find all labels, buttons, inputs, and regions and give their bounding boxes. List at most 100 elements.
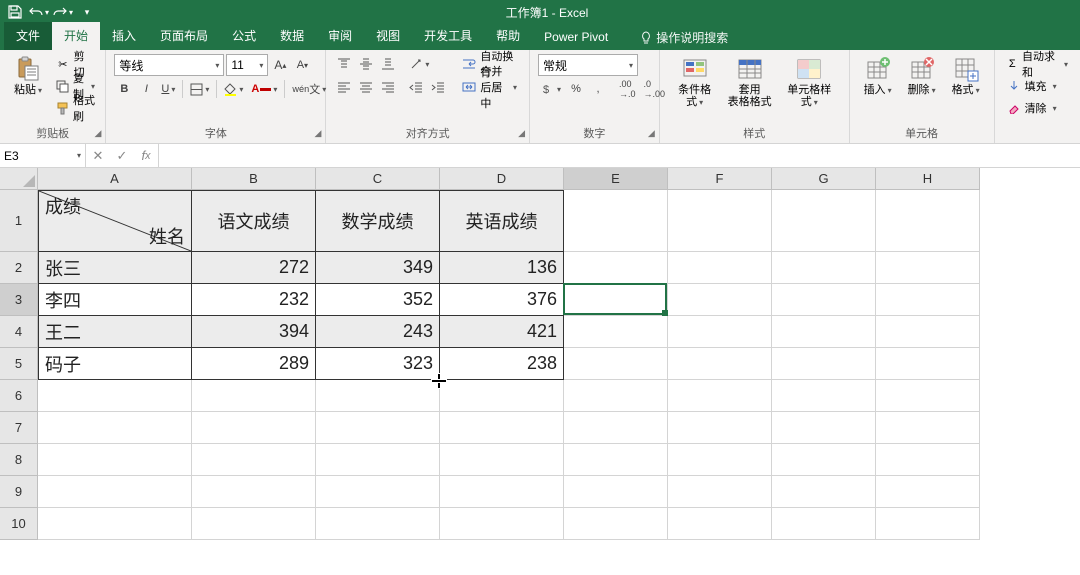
cell-D4[interactable]: 421 bbox=[440, 316, 564, 348]
cell-E4[interactable] bbox=[564, 316, 668, 348]
tab-page-layout[interactable]: 页面布局 bbox=[148, 22, 220, 50]
align-bottom-icon[interactable] bbox=[378, 54, 398, 74]
tab-insert[interactable]: 插入 bbox=[100, 22, 148, 50]
cell-G1[interactable] bbox=[772, 190, 876, 252]
cell-A6[interactable] bbox=[38, 380, 192, 412]
cell-B7[interactable] bbox=[192, 412, 316, 444]
cell-H9[interactable] bbox=[876, 476, 980, 508]
cell-G5[interactable] bbox=[772, 348, 876, 380]
cell-B3[interactable]: 232 bbox=[192, 284, 316, 316]
save-icon[interactable] bbox=[4, 2, 26, 22]
bold-button[interactable]: B bbox=[114, 79, 134, 99]
row-header-9[interactable]: 9 bbox=[0, 476, 38, 508]
cell-H6[interactable] bbox=[876, 380, 980, 412]
italic-button[interactable]: I bbox=[136, 79, 156, 99]
cell-D6[interactable] bbox=[440, 380, 564, 412]
delete-cells-button[interactable]: 删除▾ bbox=[902, 54, 942, 98]
cell-H7[interactable] bbox=[876, 412, 980, 444]
select-all-corner[interactable] bbox=[0, 168, 38, 190]
undo-icon[interactable]: ▾ bbox=[28, 2, 50, 22]
autosum-button[interactable]: Σ自动求和▾ bbox=[1003, 54, 1072, 74]
qat-customize-icon[interactable]: ▾ bbox=[76, 2, 98, 22]
conditional-formatting-button[interactable]: 条件格式▾ bbox=[668, 54, 722, 110]
cell-F9[interactable] bbox=[668, 476, 772, 508]
cell-A9[interactable] bbox=[38, 476, 192, 508]
cell-A1-diagonal-header[interactable]: 成绩姓名 bbox=[38, 190, 192, 252]
cell-A10[interactable] bbox=[38, 508, 192, 540]
cell-B8[interactable] bbox=[192, 444, 316, 476]
cell-C2[interactable]: 349 bbox=[316, 252, 440, 284]
number-format-combo[interactable]: 常规▾ bbox=[538, 54, 638, 76]
orientation-icon[interactable]: ▾ bbox=[406, 54, 432, 74]
cell-H1[interactable] bbox=[876, 190, 980, 252]
tab-view[interactable]: 视图 bbox=[364, 22, 412, 50]
clipboard-launcher-icon[interactable]: ◢ bbox=[94, 128, 101, 139]
cell-B10[interactable] bbox=[192, 508, 316, 540]
cell-D10[interactable] bbox=[440, 508, 564, 540]
cell-C8[interactable] bbox=[316, 444, 440, 476]
cell-G8[interactable] bbox=[772, 444, 876, 476]
cell-A8[interactable] bbox=[38, 444, 192, 476]
increase-decimal-icon[interactable]: .00→.0 bbox=[616, 79, 639, 99]
number-launcher-icon[interactable]: ◢ bbox=[648, 128, 655, 139]
cell-H3[interactable] bbox=[876, 284, 980, 316]
cell-H4[interactable] bbox=[876, 316, 980, 348]
cell-A4[interactable]: 王二 bbox=[38, 316, 192, 348]
tab-developer[interactable]: 开发工具 bbox=[412, 22, 484, 50]
cell-B5[interactable]: 289 bbox=[192, 348, 316, 380]
cell-E5[interactable] bbox=[564, 348, 668, 380]
cell-E9[interactable] bbox=[564, 476, 668, 508]
cell-F8[interactable] bbox=[668, 444, 772, 476]
column-header-G[interactable]: G bbox=[772, 168, 876, 190]
column-header-H[interactable]: H bbox=[876, 168, 980, 190]
fill-button[interactable]: 填充▾ bbox=[1003, 76, 1061, 96]
phonetic-button[interactable]: wén文▾ bbox=[289, 79, 329, 99]
cell-styles-button[interactable]: 单元格样式▾ bbox=[778, 54, 841, 110]
increase-font-icon[interactable]: A▴ bbox=[270, 55, 290, 75]
tab-help[interactable]: 帮助 bbox=[484, 22, 532, 50]
cell-G2[interactable] bbox=[772, 252, 876, 284]
cell-F6[interactable] bbox=[668, 380, 772, 412]
cell-C10[interactable] bbox=[316, 508, 440, 540]
tell-me-search[interactable]: 操作说明搜索 bbox=[632, 25, 736, 50]
cell-E2[interactable] bbox=[564, 252, 668, 284]
format-as-table-button[interactable]: 套用 表格格式 bbox=[725, 54, 774, 110]
row-header-2[interactable]: 2 bbox=[0, 252, 38, 284]
cell-F2[interactable] bbox=[668, 252, 772, 284]
cell-A7[interactable] bbox=[38, 412, 192, 444]
cell-E8[interactable] bbox=[564, 444, 668, 476]
row-header-10[interactable]: 10 bbox=[0, 508, 38, 540]
font-color-button[interactable]: A▾ bbox=[248, 79, 280, 99]
cell-A5[interactable]: 码子 bbox=[38, 348, 192, 380]
cancel-formula-icon[interactable]: ✕ bbox=[86, 148, 110, 164]
cell-F5[interactable] bbox=[668, 348, 772, 380]
formula-input[interactable] bbox=[159, 144, 1080, 167]
column-header-D[interactable]: D bbox=[440, 168, 564, 190]
column-header-E[interactable]: E bbox=[564, 168, 668, 190]
cell-B2[interactable]: 272 bbox=[192, 252, 316, 284]
cell-C6[interactable] bbox=[316, 380, 440, 412]
clear-button[interactable]: 清除▾ bbox=[1003, 98, 1061, 118]
tab-file[interactable]: 文件 bbox=[4, 22, 52, 50]
fx-icon[interactable]: fx bbox=[134, 148, 158, 163]
cell-D8[interactable] bbox=[440, 444, 564, 476]
comma-format-icon[interactable]: , bbox=[588, 79, 608, 99]
align-center-icon[interactable] bbox=[356, 77, 376, 97]
cell-H5[interactable] bbox=[876, 348, 980, 380]
enter-formula-icon[interactable]: ✓ bbox=[110, 148, 134, 164]
font-launcher-icon[interactable]: ◢ bbox=[314, 128, 321, 139]
cell-D3[interactable]: 376 bbox=[440, 284, 564, 316]
cell-C5[interactable]: 323 bbox=[316, 348, 440, 380]
cell-B6[interactable] bbox=[192, 380, 316, 412]
decrease-indent-icon[interactable] bbox=[406, 77, 426, 97]
percent-format-icon[interactable]: % bbox=[566, 79, 586, 99]
tab-formulas[interactable]: 公式 bbox=[220, 22, 268, 50]
cell-F10[interactable] bbox=[668, 508, 772, 540]
cell-E1[interactable] bbox=[564, 190, 668, 252]
alignment-launcher-icon[interactable]: ◢ bbox=[518, 128, 525, 139]
align-left-icon[interactable] bbox=[334, 77, 354, 97]
cell-F3[interactable] bbox=[668, 284, 772, 316]
cell-G9[interactable] bbox=[772, 476, 876, 508]
cell-G3[interactable] bbox=[772, 284, 876, 316]
row-header-3[interactable]: 3 bbox=[0, 284, 38, 316]
